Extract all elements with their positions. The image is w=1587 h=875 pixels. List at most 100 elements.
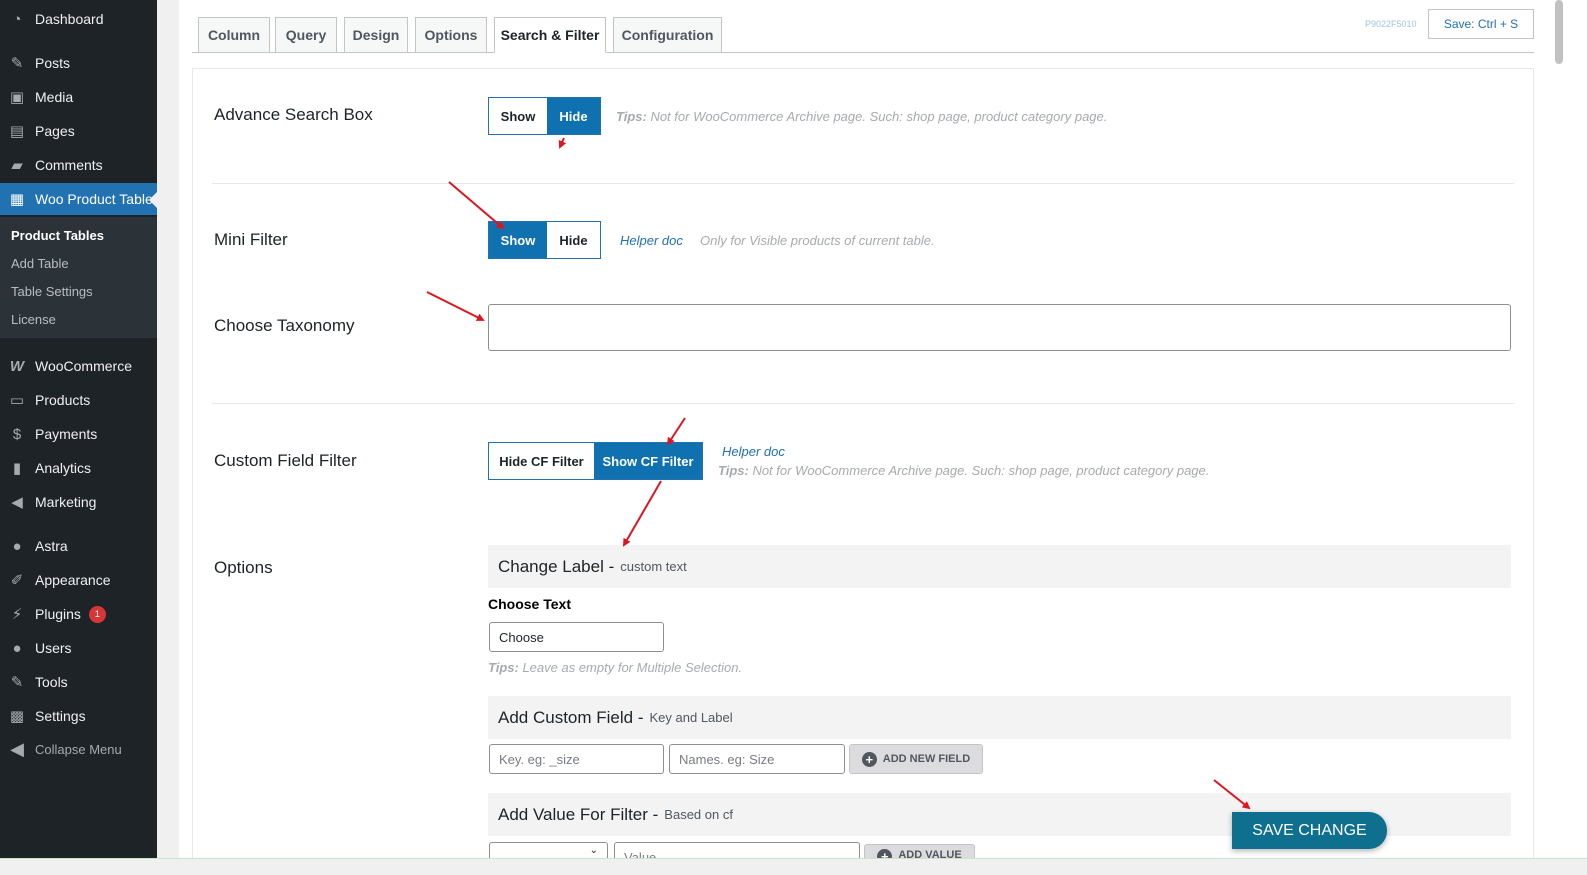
divider <box>212 183 1514 184</box>
advance-search-show-option[interactable]: Show <box>489 98 547 134</box>
button-label: ADD NEW FIELD <box>882 753 971 765</box>
sidebar-item-label: Users <box>35 640 72 656</box>
tab-configuration[interactable]: Configuration <box>613 17 722 53</box>
sidebar-item-payments[interactable]: $ Payments <box>0 418 157 450</box>
pages-icon: ▤ <box>9 123 25 140</box>
save-shortcut-button[interactable]: Save: Ctrl + S <box>1428 9 1534 39</box>
brush-icon: ✐ <box>10 572 24 589</box>
hide-cf-filter-option[interactable]: Hide CF Filter <box>489 443 594 479</box>
sidebar-item-label: Settings <box>35 708 86 724</box>
add-value-button[interactable]: + ADD VALUE <box>864 844 975 858</box>
sidebar-item-label: Appearance <box>35 572 111 588</box>
sidebar-item-plugins[interactable]: ⚡ Plugins 1 <box>0 598 157 630</box>
custom-field-name-input[interactable]: Names. eg: Size <box>669 744 845 774</box>
content-gutter <box>157 0 179 875</box>
submenu: Product Tables Add Table Table Settings … <box>0 217 157 338</box>
tips-text: Leave as empty for Multiple Selection. <box>518 660 743 675</box>
value-placeholder: Value <box>624 850 657 858</box>
status-line <box>0 858 1587 875</box>
value-input[interactable]: Value <box>614 842 860 858</box>
tab-query[interactable]: Query <box>275 17 337 53</box>
admin-sidebar: ◔ Dashboard ✎ Posts ▣ Media ▤ Pages ▰ Co… <box>0 0 157 875</box>
choose-text-input[interactable]: Choose <box>489 622 664 652</box>
submenu-table-settings[interactable]: Table Settings <box>11 284 93 299</box>
sidebar-item-users[interactable]: ● Users <box>0 632 157 664</box>
mini-filter-helper-link[interactable]: Helper doc <box>620 233 683 248</box>
mini-filter-note: Only for Visible products of current tab… <box>700 233 935 248</box>
table-icon: ▦ <box>9 191 25 208</box>
key-placeholder: Key. eg: _size <box>499 751 580 767</box>
options-label: Options <box>214 558 273 577</box>
settings-icon: ▩ <box>9 708 25 725</box>
advance-search-label: Advance Search Box <box>214 105 373 124</box>
custom-field-filter-label: Custom Field Filter <box>214 451 357 470</box>
collapse-menu-button[interactable]: ◀ Collapse Menu <box>0 733 157 765</box>
sidebar-item-comments[interactable]: ▰ Comments <box>0 149 157 181</box>
comment-icon: ▰ <box>11 157 23 174</box>
mini-filter-label: Mini Filter <box>214 230 288 249</box>
tab-options[interactable]: Options <box>415 17 487 53</box>
dashboard-icon: ◔ <box>12 10 22 28</box>
section-subtitle: Based on cf <box>664 807 733 822</box>
sidebar-item-label: Posts <box>35 55 71 71</box>
sidebar-item-label: Analytics <box>35 460 92 476</box>
sidebar-item-dashboard[interactable]: ◔ Dashboard <box>0 3 157 35</box>
sidebar-item-appearance[interactable]: ✐ Appearance <box>0 564 157 596</box>
chevron-down-icon: ⌄ <box>589 845 598 856</box>
sidebar-item-pages[interactable]: ▤ Pages <box>0 115 157 147</box>
tips-prefix: Tips: <box>616 109 647 124</box>
sidebar-item-media[interactable]: ▣ Media <box>0 81 157 113</box>
sidebar-item-analytics[interactable]: ▮ Analytics <box>0 452 157 484</box>
custom-field-key-input[interactable]: Key. eg: _size <box>489 744 664 774</box>
sidebar-item-label: Dashboard <box>35 11 104 27</box>
sidebar-item-marketing[interactable]: ◀ Marketing <box>0 486 157 518</box>
submenu-add-table[interactable]: Add Table <box>11 256 69 271</box>
tab-search-filter[interactable]: Search & Filter <box>494 17 606 53</box>
cf-helper-link[interactable]: Helper doc <box>722 444 785 459</box>
taxonomy-label: Choose Taxonomy <box>214 316 355 335</box>
plug-icon: ⚡ <box>11 606 23 623</box>
sidebar-item-label: Marketing <box>35 494 97 510</box>
astra-icon: ● <box>12 537 22 555</box>
sidebar-item-posts[interactable]: ✎ Posts <box>0 47 157 79</box>
tab-design[interactable]: Design <box>344 17 408 53</box>
divider <box>212 403 1514 404</box>
tips-text: Not for WooCommerce Archive page. Such: … <box>748 463 1210 478</box>
sidebar-item-label: Media <box>35 89 74 105</box>
mini-filter-hide-option[interactable]: Hide <box>547 222 600 258</box>
sidebar-item-label: Products <box>35 392 91 408</box>
save-change-button[interactable]: SAVE CHANGE <box>1232 812 1387 849</box>
plus-circle-icon: + <box>877 849 893 858</box>
choose-text-tips: Tips: Leave as empty for Multiple Select… <box>488 660 742 675</box>
sidebar-item-woocommerce[interactable]: W WooCommerce <box>0 350 157 382</box>
tab-column[interactable]: Column <box>198 17 270 53</box>
sidebar-item-tools[interactable]: ✎ Tools <box>0 666 157 698</box>
bar-chart-icon: ▮ <box>12 460 22 477</box>
scrollbar-track[interactable] <box>1551 0 1587 875</box>
submenu-product-tables[interactable]: Product Tables <box>11 228 104 243</box>
sidebar-item-label: Plugins <box>35 606 81 622</box>
show-cf-filter-option[interactable]: Show CF Filter <box>594 443 702 479</box>
section-title: Change Label - <box>498 556 615 576</box>
sidebar-item-astra[interactable]: ● Astra <box>0 530 157 562</box>
tips-text: Not for WooCommerce Archive page. Such: … <box>646 109 1108 124</box>
mini-filter-show-option[interactable]: Show <box>489 222 547 258</box>
taxonomy-select[interactable] <box>488 304 1511 351</box>
scrollbar-thumb[interactable] <box>1555 0 1563 64</box>
advance-search-hide-option[interactable]: Hide <box>547 98 600 134</box>
submenu-license[interactable]: License <box>11 312 56 327</box>
change-label-header: Change Label - custom text <box>488 545 1511 588</box>
advance-search-toggle: Show Hide <box>488 97 601 135</box>
sidebar-item-label: Pages <box>35 123 75 139</box>
sidebar-item-label: Woo Product Table <box>35 191 153 207</box>
sidebar-item-products[interactable]: ▭ Products <box>0 384 157 416</box>
sidebar-item-label: Astra <box>35 538 68 554</box>
megaphone-icon: ◀ <box>11 494 23 511</box>
dollar-icon: $ <box>12 425 22 443</box>
sidebar-item-woo-product-table[interactable]: ▦ Woo Product Table <box>0 183 157 215</box>
add-new-field-button[interactable]: + ADD NEW FIELD <box>849 744 983 774</box>
field-select[interactable]: ⌄ <box>489 842 608 858</box>
section-subtitle: custom text <box>620 559 687 574</box>
section-title: Add Value For Filter - <box>498 804 659 824</box>
sidebar-item-settings[interactable]: ▩ Settings <box>0 700 157 732</box>
